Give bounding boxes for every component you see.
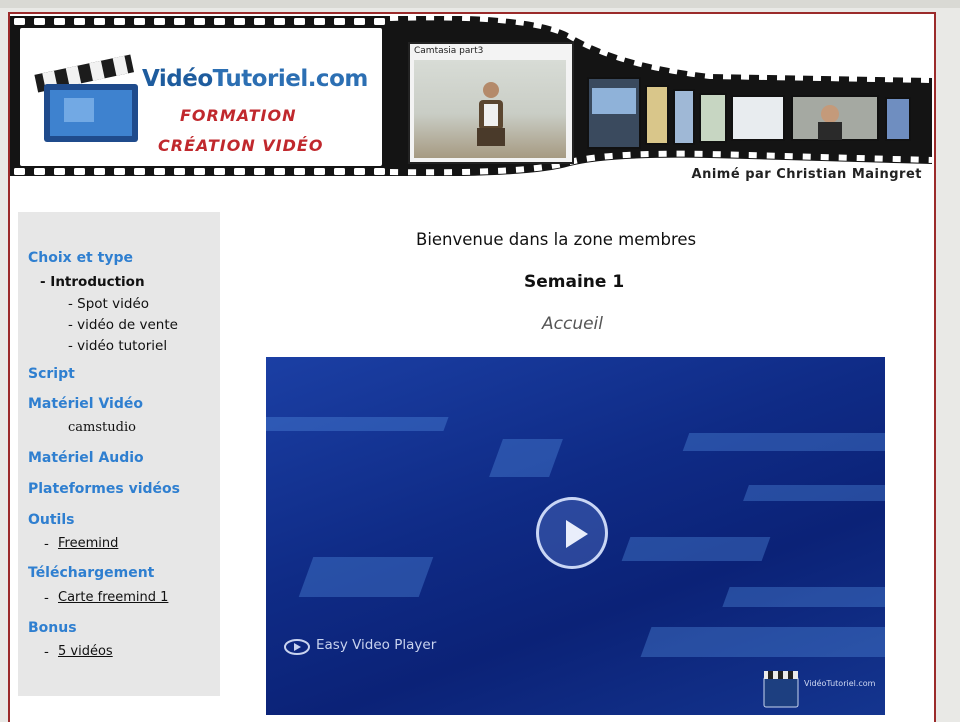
sidebar-item-bonus[interactable]: Bonus xyxy=(28,620,77,636)
sidebar-bullet: - xyxy=(44,644,49,660)
week-title: Semaine 1 xyxy=(524,272,625,292)
background-streak xyxy=(682,433,885,451)
logo-card: VidéoTutoriel.com FORMATION CRÉATION VID… xyxy=(20,28,382,166)
sidebar-item-introduction[interactable]: - Introduction xyxy=(40,274,145,290)
sidebar-link-freemind[interactable]: Freemind xyxy=(58,536,118,551)
background-streak xyxy=(621,537,771,561)
sidebar-nav: Choix et type - Introduction - Spot vidé… xyxy=(18,212,220,696)
brand-suffix: Tutoriel.com xyxy=(212,66,369,92)
sidebar-item-outils[interactable]: Outils xyxy=(28,512,75,528)
background-streak xyxy=(743,485,885,501)
corner-logo-text: VidéoTutoriel.com xyxy=(804,679,876,688)
banner-line-creation: CRÉATION VIDÉO xyxy=(158,136,324,155)
header-banner: VidéoTutoriel.com FORMATION CRÉATION VID… xyxy=(10,16,932,182)
background-streak xyxy=(640,627,885,657)
animator-credit: Animé par Christian Maingret xyxy=(691,167,922,182)
sidebar-item-video-tutoriel[interactable]: - vidéo tutoriel xyxy=(68,338,167,354)
brand-prefix: Vidéo xyxy=(142,66,213,92)
sidebar-item-telechargement[interactable]: Téléchargement xyxy=(28,565,154,581)
camtasia-title: Camtasia part3 xyxy=(414,46,484,56)
film-thumbnails xyxy=(587,77,911,149)
corner-clapper-icon xyxy=(763,671,799,708)
sidebar-bullet: - xyxy=(44,590,49,606)
play-button[interactable] xyxy=(536,497,608,569)
sidebar-link-carte-freemind[interactable]: Carte freemind 1 xyxy=(58,590,168,605)
player-brand: Easy Video Player xyxy=(284,637,437,655)
banner-line-formation: FORMATION xyxy=(180,106,297,125)
welcome-text: Bienvenue dans la zone membres xyxy=(416,230,697,249)
clapperboard-icon xyxy=(34,54,138,142)
camtasia-image xyxy=(414,60,566,158)
background-streak xyxy=(266,417,449,431)
player-label: Easy Video Player xyxy=(316,637,437,653)
sidebar-item-script[interactable]: Script xyxy=(28,366,75,382)
sidebar-link-5-videos[interactable]: 5 vidéos xyxy=(58,644,113,659)
player-logo-icon xyxy=(284,639,310,655)
top-strip xyxy=(0,0,960,8)
sidebar-bullet: - xyxy=(44,536,49,552)
sidebar-item-camstudio[interactable]: camstudio xyxy=(68,420,136,435)
sidebar-item-plateformes-videos[interactable]: Plateformes vidéos xyxy=(28,481,180,497)
presenter-figure xyxy=(477,82,505,146)
video-player[interactable]: Easy Video Player VidéoTutoriel.com xyxy=(266,357,885,715)
sidebar-item-video-de-vente[interactable]: - vidéo de vente xyxy=(68,317,178,333)
sidebar-item-spot-video[interactable]: - Spot vidéo xyxy=(68,296,149,312)
sidebar-item-materiel-video[interactable]: Matériel Vidéo xyxy=(28,396,143,412)
sidebar-item-choix-et-type[interactable]: Choix et type xyxy=(28,250,133,266)
background-streak xyxy=(722,587,885,607)
sidebar-item-materiel-audio[interactable]: Matériel Audio xyxy=(28,450,144,466)
page-subtitle: Accueil xyxy=(542,314,604,334)
background-streak xyxy=(298,557,434,597)
camtasia-preview: Camtasia part3 xyxy=(408,42,574,164)
brand-name: VidéoTutoriel.com xyxy=(142,66,382,92)
background-streak xyxy=(489,439,563,477)
